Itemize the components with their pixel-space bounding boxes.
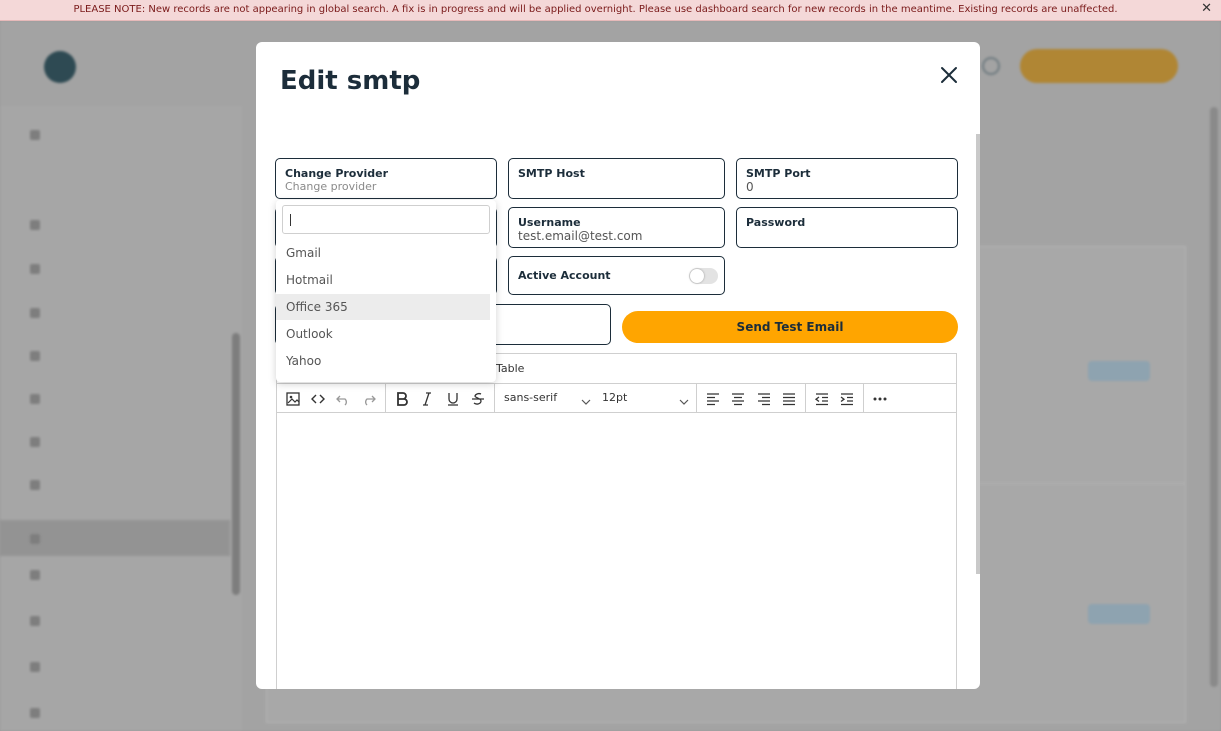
active-account-toggle[interactable] <box>689 268 718 284</box>
sidebar <box>0 106 242 731</box>
sidebar-item <box>30 435 220 455</box>
sidebar-item <box>30 392 220 412</box>
sidebar-item <box>30 262 220 282</box>
chevron-down-icon[interactable] <box>581 392 591 411</box>
sidebar-item-active <box>0 520 230 556</box>
smtp-port-value: 0 <box>746 180 754 194</box>
sidebar-item <box>30 218 220 238</box>
provider-option-outlook[interactable]: Outlook <box>276 321 490 347</box>
insert-image-icon[interactable] <box>282 388 304 410</box>
provider-option-yahoo[interactable]: Yahoo <box>276 348 490 374</box>
provider-option-hotmail[interactable]: Hotmail <box>276 267 490 293</box>
smtp-host-field[interactable]: SMTP Host <box>508 158 725 199</box>
redo-icon[interactable] <box>358 388 380 410</box>
sidebar-item <box>30 478 220 498</box>
provider-option-gmail[interactable]: Gmail <box>276 240 490 266</box>
underline-icon[interactable] <box>442 388 464 410</box>
username-label: Username <box>518 216 581 229</box>
sidebar-item <box>30 660 220 680</box>
toolbar-separator <box>494 384 495 413</box>
change-provider-label: Change Provider <box>285 167 389 180</box>
editor-content-area[interactable] <box>277 413 956 689</box>
search-icon <box>982 57 1000 75</box>
sidebar-item <box>30 306 220 326</box>
email-editor: Table sans-serif 12pt <box>276 353 957 689</box>
align-justify-icon[interactable] <box>778 388 800 410</box>
background-badge <box>1088 604 1150 624</box>
toolbar-separator <box>385 384 386 413</box>
undo-icon[interactable] <box>332 388 354 410</box>
page-scrollbar <box>1210 107 1218 687</box>
password-field[interactable]: Password <box>736 207 958 248</box>
modal-title: Edit smtp <box>280 66 421 96</box>
sidebar-item <box>30 174 220 194</box>
notice-banner: PLEASE NOTE: New records are not appeari… <box>0 0 1221 21</box>
menu-table[interactable]: Table <box>496 362 524 375</box>
toolbar-separator <box>696 384 697 413</box>
close-icon[interactable] <box>938 64 960 86</box>
provider-search-input[interactable] <box>282 205 490 234</box>
strikethrough-icon[interactable] <box>467 388 489 410</box>
send-test-email-button[interactable]: Send Test Email <box>622 311 958 343</box>
username-value: test.email@test.com <box>518 229 643 243</box>
align-center-icon[interactable] <box>727 388 749 410</box>
username-field[interactable]: Username test.email@test.com <box>508 207 725 248</box>
font-size-select[interactable]: 12pt <box>602 391 627 404</box>
smtp-port-label: SMTP Port <box>746 167 811 180</box>
smtp-host-label: SMTP Host <box>518 167 585 180</box>
background-badge <box>1088 361 1150 381</box>
align-left-icon[interactable] <box>702 388 724 410</box>
sidebar-item <box>30 706 220 726</box>
sidebar-item <box>30 349 220 369</box>
source-code-icon[interactable] <box>307 388 329 410</box>
align-right-icon[interactable] <box>753 388 775 410</box>
bold-icon[interactable] <box>391 388 413 410</box>
font-family-select[interactable]: sans-serif <box>504 391 557 404</box>
sidebar-item <box>30 614 220 634</box>
password-label: Password <box>746 216 806 229</box>
modal-scrollbar[interactable] <box>976 134 980 574</box>
change-provider-placeholder: Change provider <box>285 180 377 193</box>
editor-toolbar: sans-serif 12pt <box>277 384 956 413</box>
my-account-button <box>1020 49 1178 83</box>
provider-dropdown: Gmail Hotmail Office 365 Outlook Yahoo <box>276 200 496 382</box>
change-provider-select[interactable]: Change Provider Change provider <box>275 158 497 199</box>
toolbar-separator <box>863 384 864 413</box>
italic-icon[interactable] <box>416 388 438 410</box>
logo <box>44 51 76 83</box>
active-account-field: Active Account <box>508 256 725 295</box>
sidebar-scrollbar <box>232 333 240 595</box>
notice-banner-text: PLEASE NOTE: New records are not appeari… <box>73 4 1118 15</box>
chevron-down-icon[interactable] <box>679 392 689 411</box>
sidebar-item <box>30 568 220 588</box>
text-cursor <box>290 214 291 226</box>
outdent-icon[interactable] <box>811 388 833 410</box>
indent-icon[interactable] <box>836 388 858 410</box>
toolbar-separator <box>805 384 806 413</box>
sidebar-item <box>30 128 220 148</box>
banner-close-icon[interactable]: ✕ <box>1201 1 1212 16</box>
toggle-knob <box>690 269 704 283</box>
active-account-label: Active Account <box>518 269 611 282</box>
smtp-port-field[interactable]: SMTP Port 0 <box>736 158 958 199</box>
more-options-icon[interactable] <box>869 388 891 410</box>
provider-option-office-365[interactable]: Office 365 <box>276 294 490 320</box>
